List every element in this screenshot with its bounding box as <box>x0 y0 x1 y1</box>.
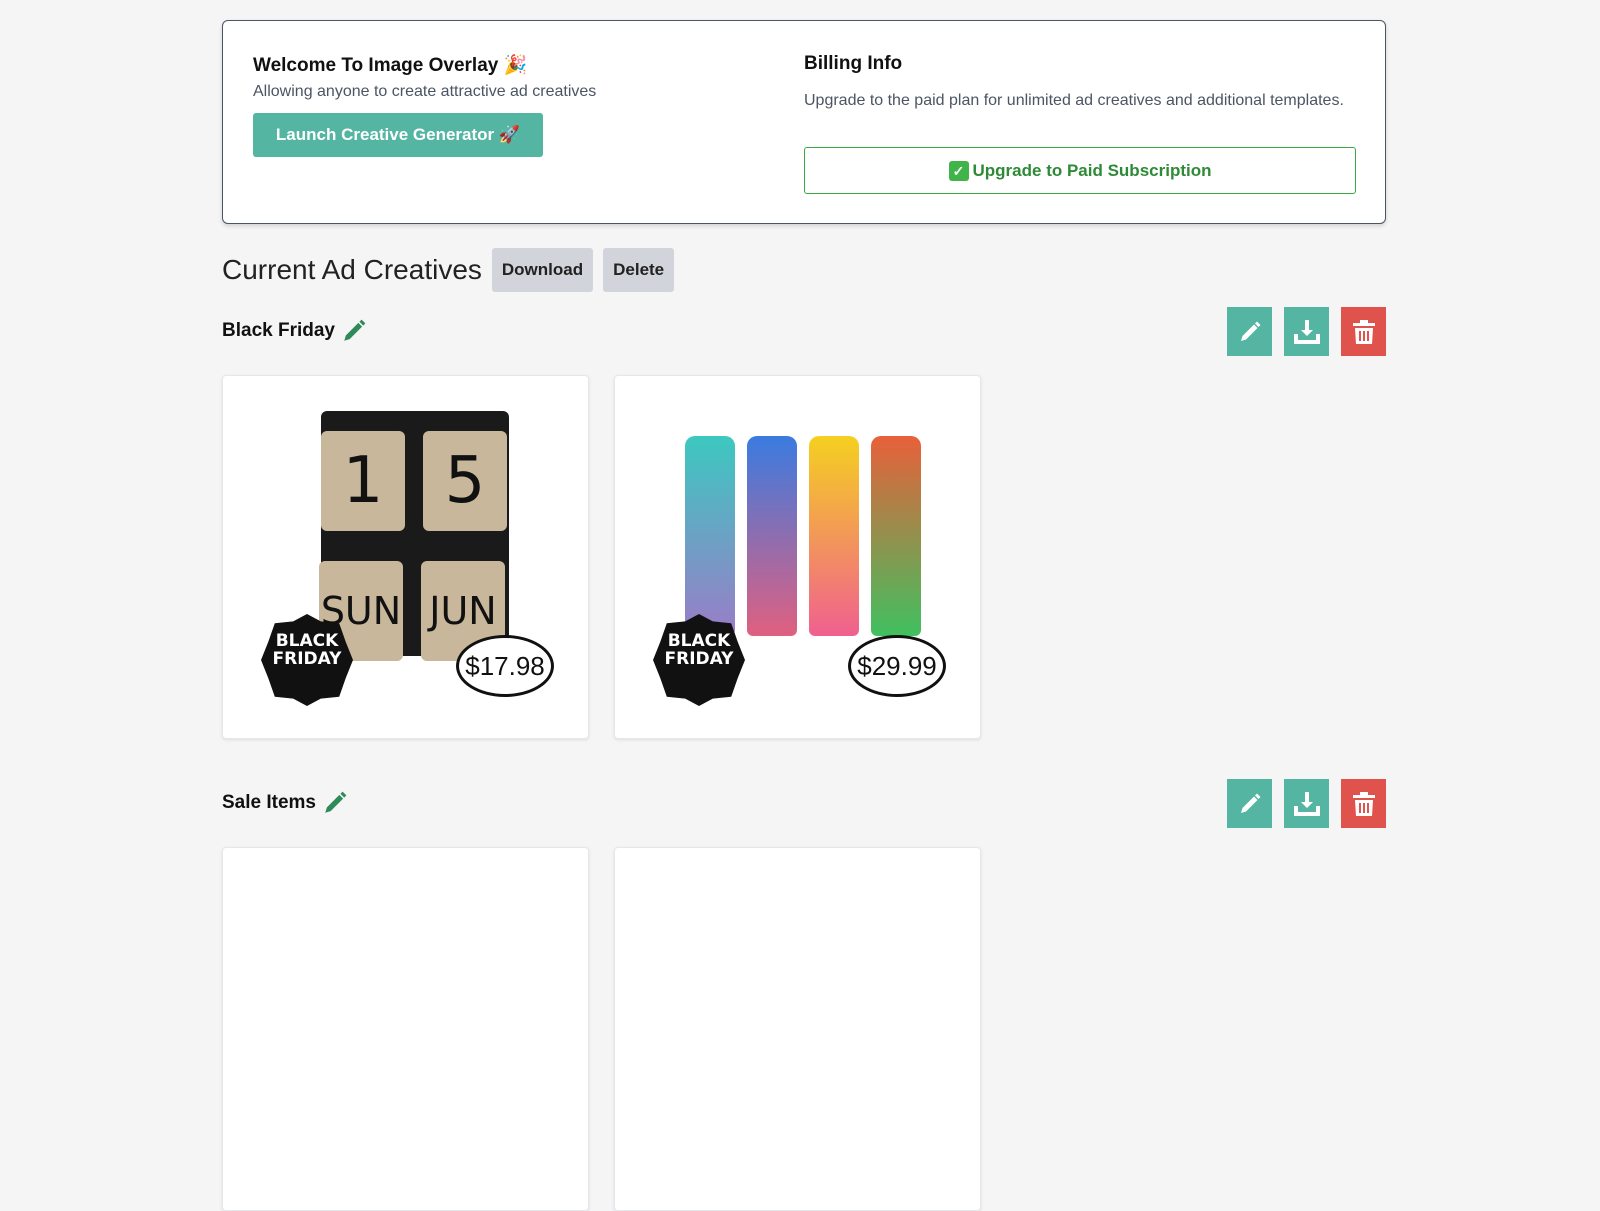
group-name: Sale Items <box>222 792 316 813</box>
pencil-icon <box>1240 793 1260 813</box>
price-tag: $29.99 <box>848 635 946 697</box>
group-header-black-friday: Black Friday <box>222 318 367 344</box>
group-actions <box>1227 779 1386 828</box>
creative-card[interactable]: 1 5 SUN JUN BLACK FRIDAY $17.98 <box>222 375 589 739</box>
delete-group-button[interactable] <box>1341 779 1386 828</box>
delete-group-button[interactable] <box>1341 307 1386 356</box>
group-header-sale-items: Sale Items <box>222 790 348 816</box>
creative-card[interactable]: BLACK FRIDAY $29.99 <box>614 375 981 739</box>
edit-name-pencil-icon[interactable] <box>322 790 348 816</box>
black-friday-badge: BLACK FRIDAY <box>653 614 745 706</box>
info-panel: Welcome To Image Overlay 🎉 Allowing anyo… <box>222 20 1386 224</box>
welcome-title: Welcome To Image Overlay 🎉 <box>253 55 528 76</box>
creative-card[interactable] <box>222 847 589 1211</box>
price-tag: $17.98 <box>456 635 554 697</box>
edit-group-button[interactable] <box>1227 779 1272 828</box>
trash-icon <box>1352 791 1375 816</box>
upgrade-subscription-button[interactable]: ✓ Upgrade to Paid Subscription <box>804 147 1356 194</box>
billing-title: Billing Info <box>804 53 903 74</box>
pencil-icon <box>1240 321 1260 341</box>
download-icon <box>1293 319 1320 344</box>
bottle-image <box>809 436 859 636</box>
download-all-button[interactable]: Download <box>491 248 594 292</box>
launch-creative-generator-button[interactable]: Launch Creative Generator 🚀 <box>253 113 543 157</box>
edit-name-pencil-icon[interactable] <box>341 318 367 344</box>
delete-all-button[interactable]: Delete <box>603 248 675 292</box>
trash-icon <box>1352 319 1375 344</box>
creative-card[interactable] <box>614 847 981 1211</box>
download-group-button[interactable] <box>1284 779 1329 828</box>
bottle-image <box>685 436 735 636</box>
creatives-header: Current Ad Creatives Download Delete <box>222 248 675 292</box>
bottle-image <box>871 436 921 636</box>
billing-description: Upgrade to the paid plan for unlimited a… <box>804 92 1344 109</box>
group-actions <box>1227 307 1386 356</box>
download-group-button[interactable] <box>1284 307 1329 356</box>
black-friday-badge: BLACK FRIDAY <box>261 614 353 706</box>
welcome-subtitle: Allowing anyone to create attractive ad … <box>253 83 597 100</box>
calendar-tile: 5 <box>423 431 507 531</box>
bottle-image <box>747 436 797 636</box>
edit-group-button[interactable] <box>1227 307 1272 356</box>
download-icon <box>1293 791 1320 816</box>
section-title: Current Ad Creatives <box>222 254 482 285</box>
calendar-tile: 1 <box>321 431 405 531</box>
group-name: Black Friday <box>222 320 335 341</box>
upgrade-label: Upgrade to Paid Subscription <box>972 160 1212 180</box>
check-icon: ✓ <box>948 160 969 181</box>
